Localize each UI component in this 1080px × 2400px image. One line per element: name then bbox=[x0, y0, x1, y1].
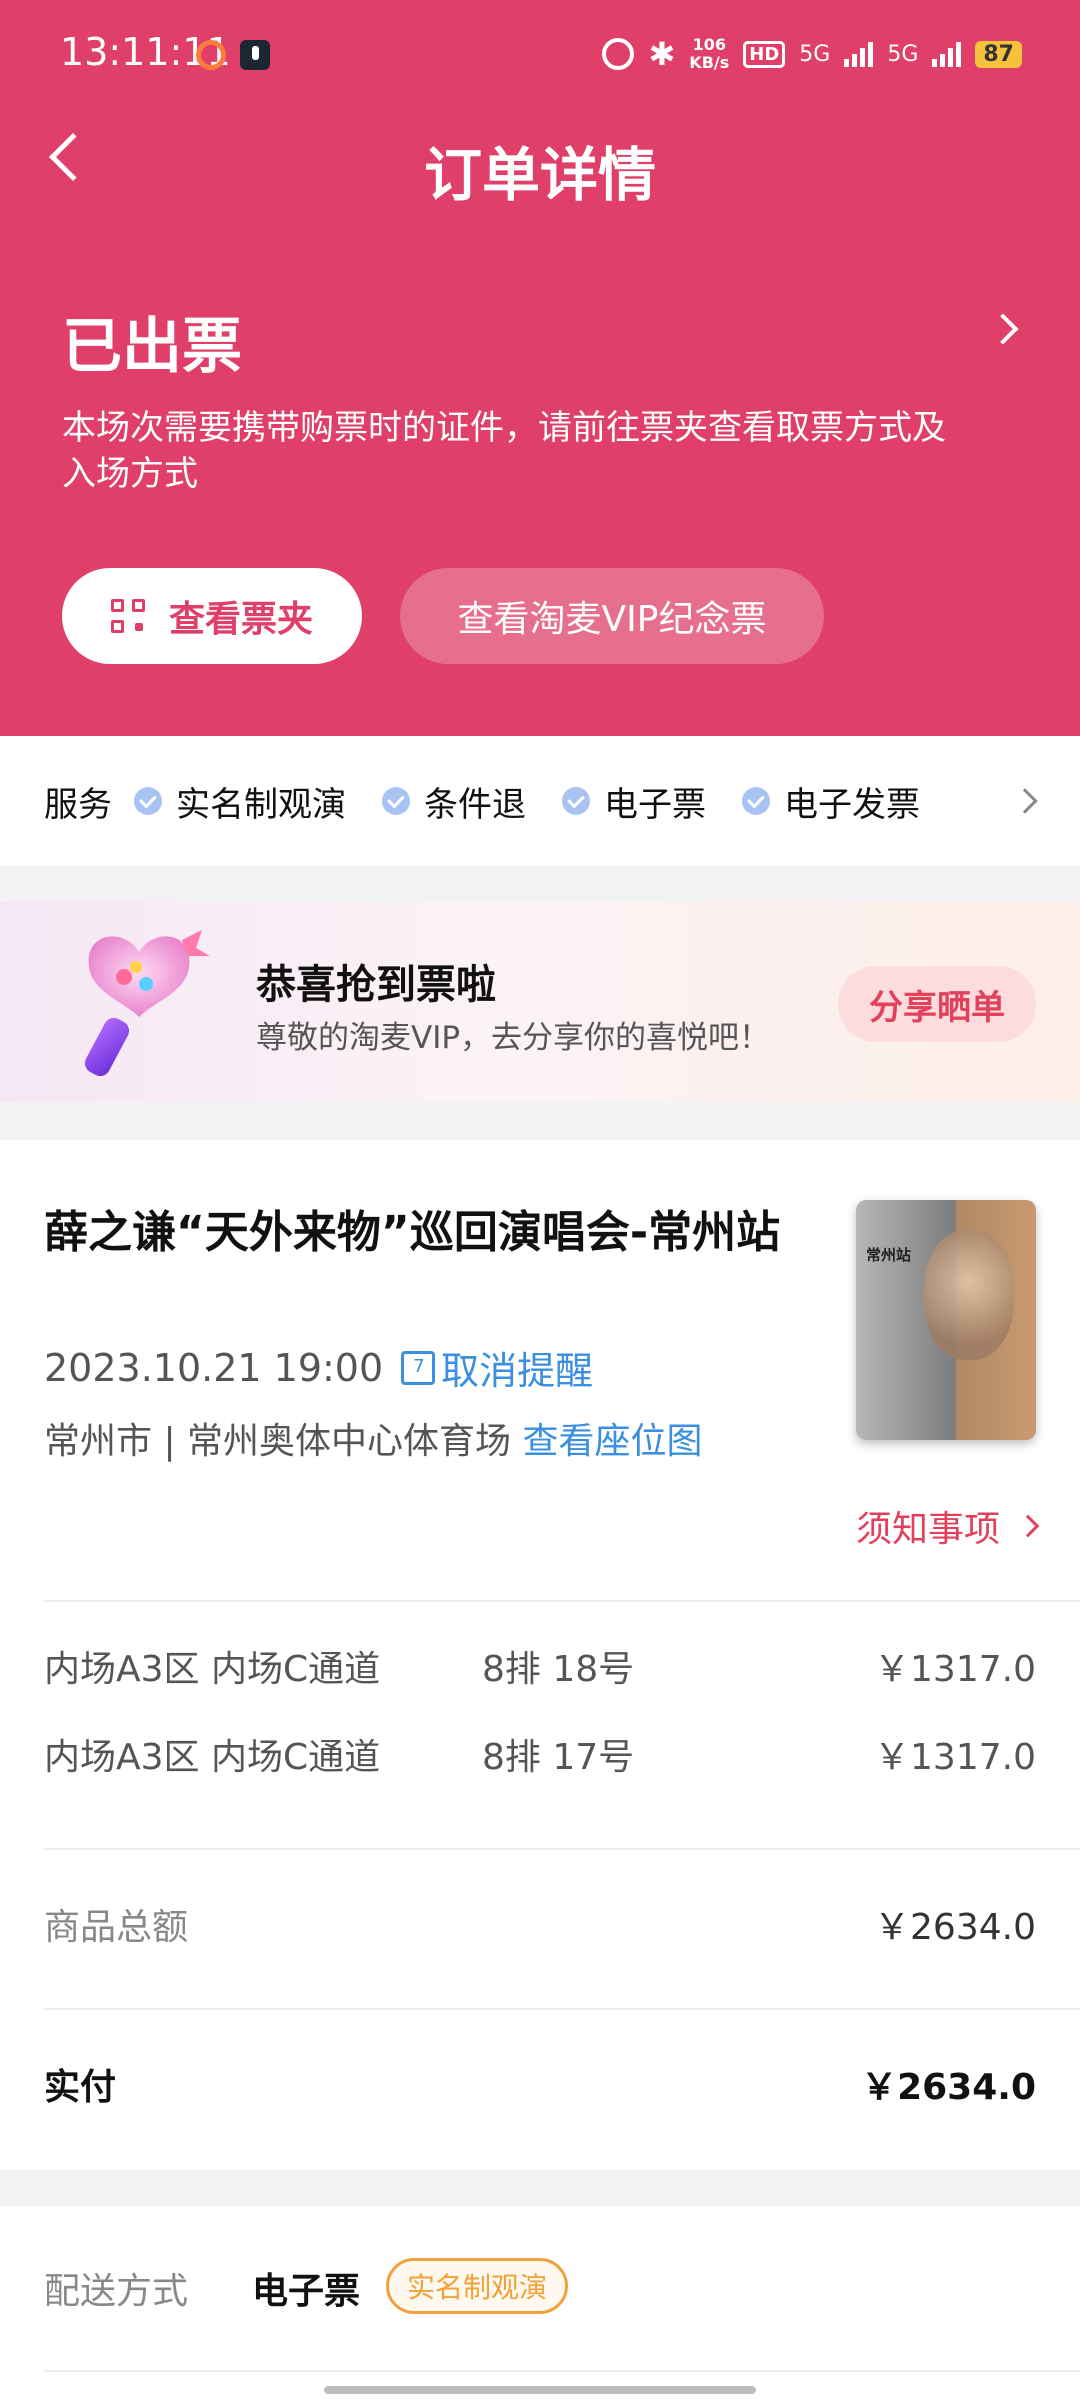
bluetooth-icon: ✱ bbox=[648, 35, 676, 73]
check-icon bbox=[134, 787, 162, 815]
network-type-2: 5G bbox=[887, 41, 919, 67]
service-item-label: 电子发票 bbox=[784, 784, 920, 825]
service-item: 电子发票 bbox=[742, 777, 920, 826]
network-speed-unit: KB/s bbox=[689, 53, 730, 72]
service-guarantees[interactable]: 服务 实名制观演 条件退 电子票 电子发票 bbox=[0, 736, 1080, 866]
ticket-zone: 内场A3区 内场C通道 bbox=[44, 1737, 381, 1778]
ticket-zone: 内场A3区 内场C通道 bbox=[44, 1649, 381, 1690]
paid-label: 实付 bbox=[44, 2067, 117, 2108]
home-indicator[interactable] bbox=[324, 2386, 756, 2394]
signal-icon bbox=[844, 41, 874, 67]
poster-artwork bbox=[924, 1230, 1014, 1360]
delivery-label: 配送方式 bbox=[44, 2271, 189, 2312]
ticket-notice: 本场次需要携带购票时的证件，请前往票夹查看取票方式及入场方式 bbox=[62, 408, 946, 494]
network-speed: 106 KB/s bbox=[689, 36, 729, 72]
promo-subtext: 尊敬的淘麦VIP，去分享你的喜悦吧！ bbox=[256, 1020, 771, 1056]
page-title: 订单详情 bbox=[423, 141, 656, 209]
event-datetime-row: 2023.10.21 19:00 取消提醒 bbox=[44, 1340, 593, 1395]
check-icon bbox=[742, 787, 770, 815]
qr-code-icon bbox=[110, 599, 145, 633]
alarm-icon bbox=[602, 38, 635, 70]
network-type-1: 5G bbox=[799, 41, 831, 67]
event-title[interactable]: 薛之谦“天外来物”巡回演唱会-常州站 bbox=[44, 1196, 804, 1270]
divider bbox=[44, 1848, 1080, 1850]
status-icons: ✱ 106 KB/s HD 5G 5G 87 bbox=[602, 36, 1022, 72]
order-status-header: 13:11:11 ✱ 106 KB/s HD 5G 5G 87 订单详情 已出票… bbox=[0, 0, 1080, 736]
poster-label: 常州站 bbox=[866, 1246, 912, 1264]
view-ticket-wallet-label: 查看票夹 bbox=[168, 599, 313, 640]
real-name-tag: 实名制观演 bbox=[386, 2258, 569, 2314]
service-item-label: 实名制观演 bbox=[176, 784, 346, 825]
delivery-section: 配送方式 电子票 实名制观演 bbox=[0, 2206, 1080, 2400]
view-vip-souvenir-ticket-button[interactable]: 查看淘麦VIP纪念票 bbox=[400, 568, 824, 664]
signal-icon bbox=[932, 41, 962, 67]
service-item: 电子票 bbox=[562, 777, 706, 826]
service-item: 实名制观演 bbox=[134, 777, 346, 826]
chevron-right-icon[interactable] bbox=[1012, 788, 1038, 814]
service-item-label: 电子票 bbox=[604, 784, 706, 825]
hd-voice-icon: HD bbox=[743, 40, 786, 68]
paid-value: ￥2634.0 bbox=[861, 2067, 1036, 2108]
chevron-right-icon bbox=[1016, 1514, 1040, 1538]
divider bbox=[44, 2370, 1080, 2372]
event-datetime: 2023.10.21 19:00 bbox=[44, 1345, 384, 1390]
notes-label: 须知事项 bbox=[855, 1509, 1000, 1550]
share-promo-banner[interactable]: 恭喜抢到票啦 尊敬的淘麦VIP，去分享你的喜悦吧！ 分享晒单 bbox=[0, 902, 1080, 1102]
subtotal-label: 商品总额 bbox=[44, 1907, 189, 1948]
view-ticket-wallet-button[interactable]: 查看票夹 bbox=[62, 568, 362, 664]
subtotal-value: ￥2634.0 bbox=[874, 1907, 1036, 1948]
share-button[interactable]: 分享晒单 bbox=[838, 966, 1036, 1042]
service-item: 条件退 bbox=[382, 777, 526, 826]
order-info-card: 薛之谦“天外来物”巡回演唱会-常州站 2023.10.21 19:00 取消提醒… bbox=[0, 1140, 1080, 2170]
battery-icon: 87 bbox=[975, 40, 1022, 68]
light-stick-icon bbox=[84, 930, 210, 1077]
check-icon bbox=[562, 787, 590, 815]
seat-map-link[interactable]: 查看座位图 bbox=[522, 1421, 702, 1462]
nav-bar: 订单详情 bbox=[0, 110, 1080, 220]
service-item-label: 条件退 bbox=[424, 784, 526, 825]
divider bbox=[44, 2008, 1080, 2010]
divider bbox=[44, 1600, 1080, 1602]
notes-link[interactable]: 须知事项 bbox=[855, 1500, 1040, 1552]
status-bar: 13:11:11 ✱ 106 KB/s HD 5G 5G 87 bbox=[0, 0, 1080, 110]
app-notification-icon bbox=[240, 40, 270, 70]
check-icon bbox=[382, 787, 410, 815]
event-venue-row: 常州市 | 常州奥体中心体育场 查看座位图 bbox=[44, 1412, 703, 1464]
event-poster[interactable]: 常州站 bbox=[856, 1200, 1036, 1440]
screen-record-icon bbox=[196, 40, 226, 70]
calendar-icon[interactable] bbox=[401, 1350, 436, 1385]
ticket-price: ￥1317.0 bbox=[874, 1737, 1036, 1778]
ticket-status-title[interactable]: 已出票 bbox=[62, 298, 242, 385]
cancel-reminder-link[interactable]: 取消提醒 bbox=[441, 1340, 593, 1395]
network-speed-value: 106 bbox=[692, 35, 726, 54]
services-label: 服务 bbox=[44, 784, 112, 825]
delivery-value: 电子票 bbox=[252, 2271, 361, 2312]
ticket-price: ￥1317.0 bbox=[874, 1649, 1036, 1690]
promo-headline: 恭喜抢到票啦 bbox=[256, 962, 496, 1008]
ticket-seat: 8排 17号 bbox=[482, 1737, 635, 1778]
ticket-seat: 8排 18号 bbox=[482, 1649, 635, 1690]
event-venue: 常州市 | 常州奥体中心体育场 bbox=[44, 1421, 512, 1462]
chevron-right-icon[interactable] bbox=[987, 313, 1019, 345]
